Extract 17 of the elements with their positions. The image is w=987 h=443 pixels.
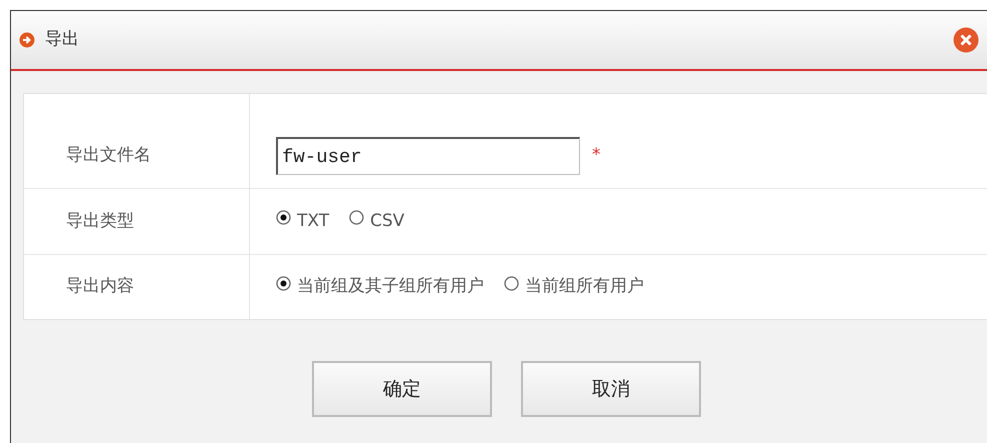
field-label: 导出文件名	[66, 144, 151, 168]
window-title: 导出	[45, 28, 79, 52]
option-label: 当前组所有用户	[525, 275, 644, 298]
confirm-button[interactable]: 确定	[312, 361, 492, 417]
radio-button[interactable]	[276, 276, 291, 290]
filename-field[interactable]: fw-user	[276, 137, 580, 175]
option-label: TXT	[297, 210, 330, 233]
field-label: 导出内容	[66, 275, 134, 298]
required-mark: *	[592, 144, 600, 168]
radio-button[interactable]	[504, 276, 519, 290]
close-button[interactable]	[953, 27, 979, 53]
radio-button[interactable]	[276, 210, 291, 225]
option-label: CSV	[370, 210, 404, 233]
radio-button[interactable]	[349, 210, 364, 225]
cancel-button[interactable]: 取消	[521, 361, 701, 417]
field-label: 导出类型	[66, 210, 134, 233]
option-label: 当前组及其子组所有用户	[297, 275, 484, 298]
